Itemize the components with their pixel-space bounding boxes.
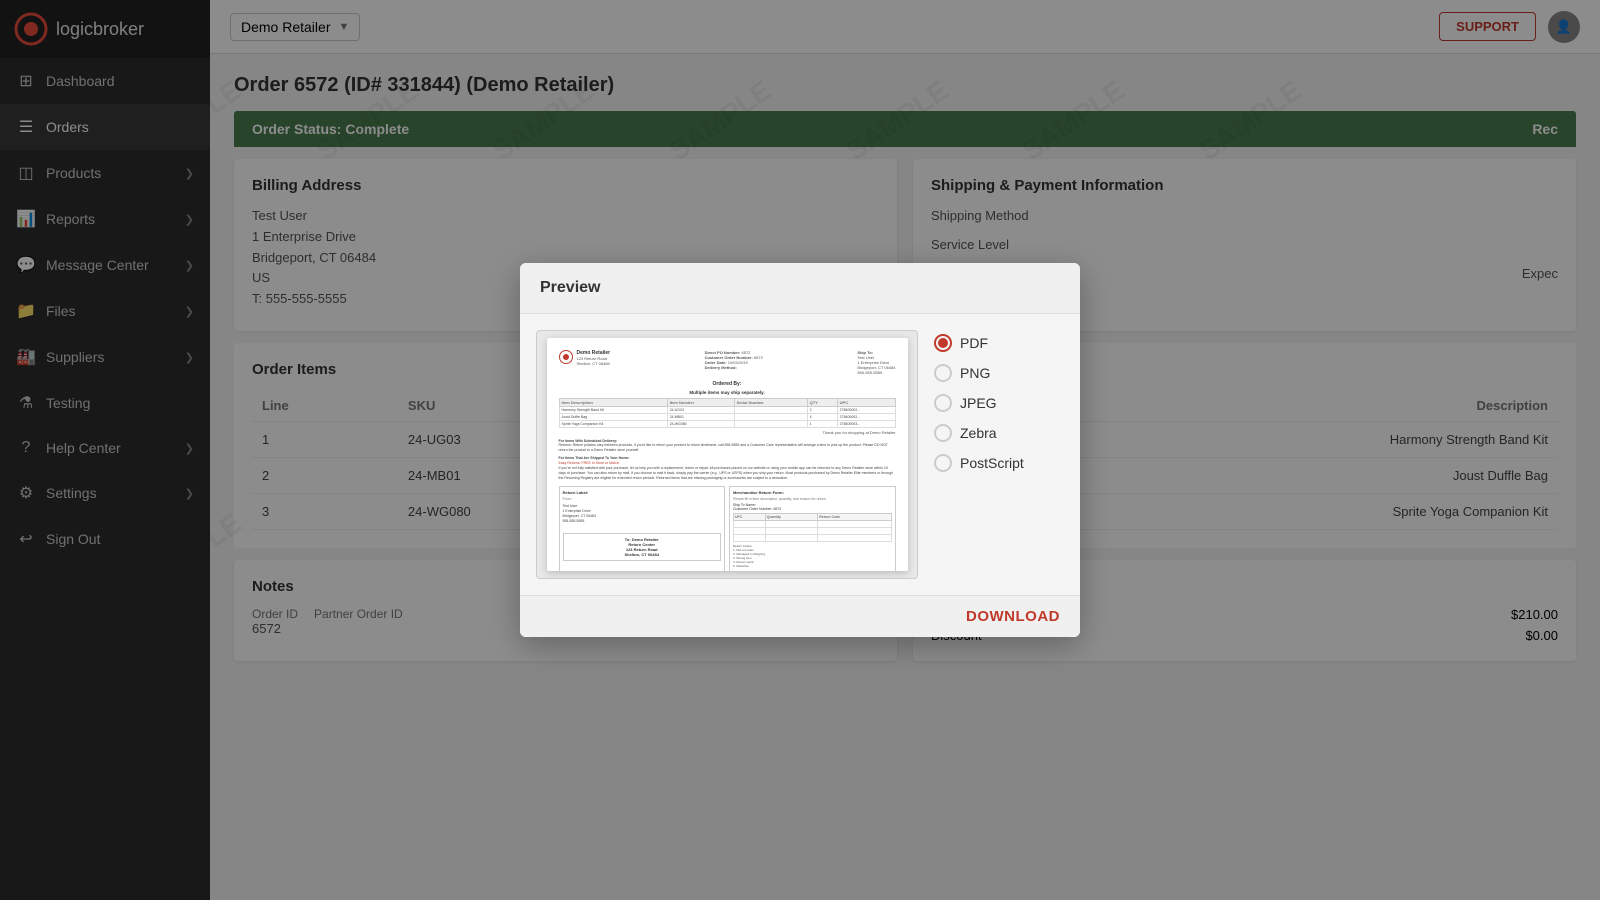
download-button[interactable]: DOWNLOAD [966,608,1060,625]
format-option-jpeg[interactable]: JPEG [934,394,1064,412]
modal-overlay[interactable]: Preview Demo Retailer 123 Return RoadShe… [0,0,1600,900]
format-option-pdf[interactable]: PDF [934,334,1064,352]
format-label-postscript: PostScript [960,455,1024,471]
radio-postscript[interactable] [934,454,952,472]
format-option-postscript[interactable]: PostScript [934,454,1064,472]
format-label-pdf: PDF [960,335,988,351]
modal-title: Preview [540,279,600,296]
preview-modal: Preview Demo Retailer 123 Return RoadShe… [520,263,1080,636]
preview-document: Demo Retailer 123 Return RoadShelton, CT… [547,338,908,572]
format-label-jpeg: JPEG [960,395,997,411]
radio-pdf[interactable] [934,334,952,352]
modal-body: Demo Retailer 123 Return RoadShelton, CT… [520,314,1080,594]
radio-zebra[interactable] [934,424,952,442]
modal-footer: DOWNLOAD [520,595,1080,637]
format-options: PDF PNG JPEG Zebra PostScript [934,330,1064,578]
format-label-png: PNG [960,365,990,381]
format-option-png[interactable]: PNG [934,364,1064,382]
radio-pdf-inner [938,338,948,348]
format-label-zebra: Zebra [960,425,997,441]
radio-jpeg[interactable] [934,394,952,412]
modal-header: Preview [520,263,1080,314]
radio-png[interactable] [934,364,952,382]
preview-area: Demo Retailer 123 Return RoadShelton, CT… [536,330,918,578]
format-option-zebra[interactable]: Zebra [934,424,1064,442]
